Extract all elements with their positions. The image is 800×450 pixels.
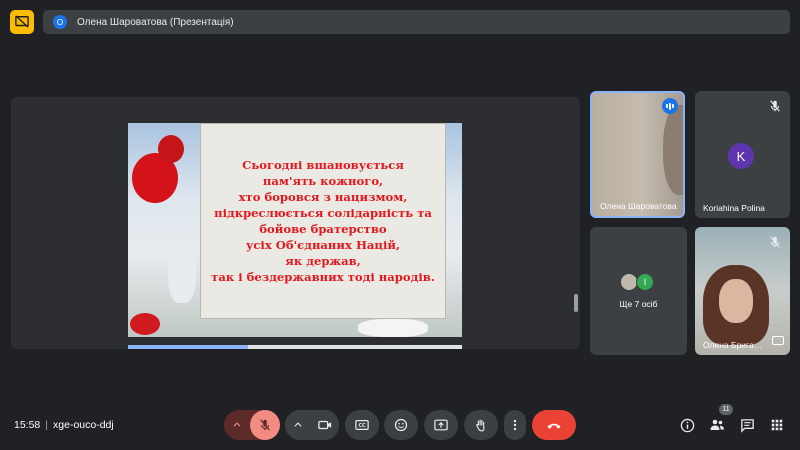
camera-control-group: [285, 410, 339, 440]
participant-tile[interactable]: Олена Бригадир: [695, 227, 790, 355]
phone-hangup-icon: [547, 423, 561, 429]
avatar: I: [636, 273, 654, 291]
people-icon: [710, 419, 724, 430]
slide-text-box: Сьогодні вшановується пам'ять кожного, х…: [200, 123, 446, 319]
closed-captions-icon: CC: [355, 420, 369, 430]
reactions-button[interactable]: [384, 410, 418, 440]
participant-video: [719, 279, 753, 323]
meeting-info: 15:58 | xge-ouco-ddj: [14, 419, 114, 431]
mic-options-button[interactable]: [224, 420, 250, 430]
participant-tile[interactable]: K Koriahina Polina: [695, 91, 790, 218]
presenter-label: Олена Шароватова (Презентація): [77, 16, 234, 28]
participant-tile[interactable]: Олена Шароватова: [590, 91, 685, 218]
leave-call-button[interactable]: [532, 410, 576, 440]
presentation-tile[interactable]: Сьогодні вшановується пам'ять кожного, х…: [11, 97, 580, 349]
participant-name: Koriahina Polina: [703, 203, 765, 213]
chevron-up-icon: [294, 422, 302, 427]
present-icon-button[interactable]: [10, 10, 34, 34]
slide-progress: [128, 345, 462, 349]
more-vertical-icon: [513, 419, 517, 431]
captions-button[interactable]: CC: [345, 410, 379, 440]
apps-grid-icon: [771, 419, 783, 431]
scroll-handle[interactable]: [574, 294, 578, 312]
speaking-icon: [662, 98, 678, 114]
raise-hand-button[interactable]: [464, 410, 498, 440]
participant-name: Олена Бригадир: [703, 340, 767, 350]
avatar: K: [728, 143, 754, 169]
emoji-icon: [394, 418, 408, 432]
meeting-details-button[interactable]: [678, 416, 696, 434]
daisy-decoration: [168, 243, 196, 303]
poppy-decoration: [130, 313, 160, 335]
poppy-decoration: [158, 135, 184, 163]
presentation-off-icon: [15, 15, 29, 28]
people-count-badge: 11: [719, 404, 733, 415]
svg-text:CC: CC: [358, 423, 366, 429]
slide-text: Сьогодні вшановується пам'ять кожного, х…: [211, 158, 435, 284]
camera-toggle-button[interactable]: [311, 410, 339, 440]
mic-off-icon: [260, 419, 270, 431]
chevron-up-icon: [233, 422, 241, 427]
daisy-decoration: [358, 319, 428, 337]
presenter-bar[interactable]: О Олена Шароватова (Презентація): [43, 10, 790, 34]
chat-button[interactable]: [738, 416, 756, 434]
mic-control-group: [224, 410, 280, 440]
camera-icon: [318, 420, 332, 430]
clock: 15:58: [14, 419, 41, 431]
mic-off-icon: [770, 100, 780, 112]
info-icon: [680, 418, 694, 432]
more-participants-tile[interactable]: I Ще 7 осіб: [590, 227, 687, 355]
participant-video: [663, 105, 683, 195]
chat-icon: [740, 418, 754, 433]
presenter-avatar: О: [53, 15, 67, 29]
hand-icon: [475, 419, 485, 432]
slide: Сьогодні вшановується пам'ять кожного, х…: [128, 123, 462, 337]
people-button[interactable]: [708, 416, 726, 434]
presenting-icon: [772, 336, 784, 345]
present-screen-icon: [434, 419, 448, 431]
meeting-code: xge-ouco-ddj: [53, 419, 114, 431]
mic-toggle-button[interactable]: [250, 410, 280, 440]
participant-name: Олена Шароватова: [600, 201, 677, 211]
activities-button[interactable]: [768, 416, 786, 434]
more-options-button[interactable]: [504, 410, 526, 440]
camera-options-button[interactable]: [285, 420, 311, 430]
mic-off-icon: [770, 236, 780, 248]
present-now-button[interactable]: [424, 410, 458, 440]
more-participants-label: Ще 7 осіб: [619, 299, 658, 309]
